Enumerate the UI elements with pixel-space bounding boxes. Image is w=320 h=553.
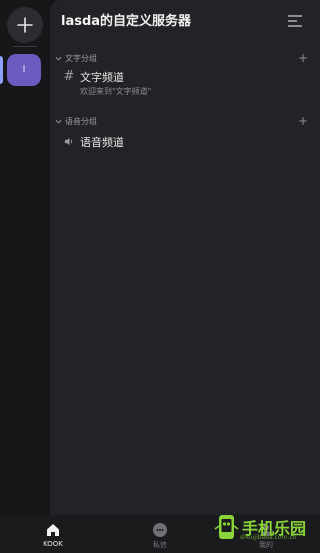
nav-item-messages[interactable]: 私信 [140, 522, 180, 550]
add-server-button[interactable] [7, 7, 43, 43]
channel-name: 文字频道 [80, 71, 124, 84]
watermark-url: shoujibaba.com.cn [240, 534, 297, 541]
phone-mascot-icon [214, 515, 239, 539]
category-text[interactable]: 文字分组 [55, 53, 97, 64]
add-channel-button[interactable]: + [298, 115, 308, 127]
nav-label: KOOK [43, 540, 63, 548]
nav-item-kook[interactable]: KOOK [33, 522, 73, 548]
nav-label: 私信 [153, 541, 167, 549]
channel-description: 欢迎来到"文字频道" [80, 87, 152, 96]
hash-icon: # [63, 68, 75, 84]
speaker-icon [63, 134, 75, 148]
category-voice[interactable]: 语音分组 [55, 116, 97, 127]
category-label: 语音分组 [65, 117, 97, 126]
menu-icon[interactable] [288, 12, 302, 27]
channel-item-text[interactable]: # 文字频道 [63, 69, 124, 85]
channel-panel: lasda的自定义服务器 文字分组 + # 文字频道 欢迎来到"文字频道" 语音… [50, 0, 320, 515]
nav-label: 我的 [259, 541, 273, 549]
selected-indicator [0, 56, 3, 84]
channel-name: 语音频道 [80, 136, 124, 149]
category-label: 文字分组 [65, 54, 97, 63]
server-icon-letter: l [22, 65, 26, 75]
add-channel-button[interactable]: + [298, 52, 308, 64]
chevron-down-icon [55, 56, 62, 61]
server-title[interactable]: lasda的自定义服务器 [61, 10, 191, 29]
server-rail: l [0, 0, 50, 515]
chat-bubble-icon [153, 523, 167, 537]
home-icon [47, 524, 59, 536]
plus-icon [17, 17, 33, 33]
channel-item-voice[interactable]: 语音频道 [63, 134, 124, 150]
server-icon[interactable]: l [7, 54, 41, 86]
rail-divider [13, 46, 37, 47]
chevron-down-icon [55, 119, 62, 124]
